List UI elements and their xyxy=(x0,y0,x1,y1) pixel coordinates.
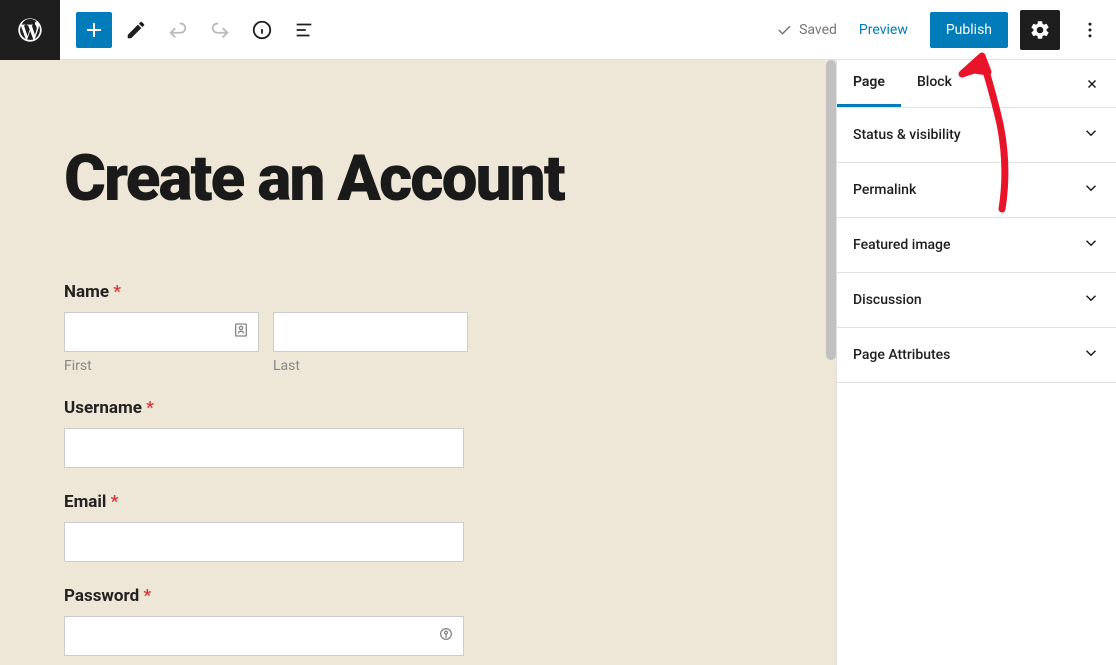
contact-card-icon xyxy=(233,322,249,342)
main-area: Create an Account Name * First xyxy=(0,60,1116,665)
toolbar-left xyxy=(60,12,322,48)
field-username: Username * xyxy=(64,398,772,468)
publish-button[interactable]: Publish xyxy=(930,12,1008,48)
chevron-down-icon xyxy=(1082,234,1100,256)
scrollbar[interactable] xyxy=(826,60,836,360)
add-block-button[interactable] xyxy=(76,12,112,48)
panel-label: Featured image xyxy=(853,237,951,253)
required-marker: * xyxy=(111,492,119,512)
location-pin-icon xyxy=(438,626,454,646)
tab-page[interactable]: Page xyxy=(837,60,901,107)
chevron-down-icon xyxy=(1082,344,1100,366)
info-icon xyxy=(251,19,273,41)
required-marker: * xyxy=(113,282,121,302)
toolbar-right: Saved Preview Publish xyxy=(775,10,1108,50)
required-marker: * xyxy=(146,398,154,418)
field-email: Email * xyxy=(64,492,772,562)
settings-sidebar: Page Block Status & visibility Permalink… xyxy=(836,60,1116,665)
first-name-input[interactable] xyxy=(64,312,259,352)
close-sidebar-button[interactable] xyxy=(1074,66,1110,102)
chevron-down-icon xyxy=(1082,179,1100,201)
saved-label: Saved xyxy=(799,22,837,38)
password-input[interactable] xyxy=(64,616,464,656)
email-label: Email * xyxy=(64,492,772,512)
outline-icon xyxy=(293,19,315,41)
outline-button[interactable] xyxy=(286,12,322,48)
required-marker: * xyxy=(143,586,151,606)
field-password: Password * xyxy=(64,586,772,656)
panel-discussion[interactable]: Discussion xyxy=(837,273,1116,328)
tab-block[interactable]: Block xyxy=(901,60,968,107)
close-icon xyxy=(1085,77,1099,91)
more-options-button[interactable] xyxy=(1072,12,1108,48)
topbar: Saved Preview Publish xyxy=(0,0,1116,60)
gear-icon xyxy=(1029,19,1051,41)
preview-button[interactable]: Preview xyxy=(849,16,918,44)
first-name-col: First xyxy=(64,312,259,374)
redo-button[interactable] xyxy=(202,12,238,48)
first-sublabel: First xyxy=(64,358,259,374)
wordpress-icon xyxy=(16,16,44,44)
chevron-down-icon xyxy=(1082,289,1100,311)
name-label: Name * xyxy=(64,282,772,302)
last-name-input[interactable] xyxy=(273,312,468,352)
panel-status-visibility[interactable]: Status & visibility xyxy=(837,108,1116,163)
canvas-wrap: Create an Account Name * First xyxy=(0,60,836,665)
edit-tool-button[interactable] xyxy=(118,12,154,48)
settings-button[interactable] xyxy=(1020,10,1060,50)
pencil-icon xyxy=(125,19,147,41)
panel-featured-image[interactable]: Featured image xyxy=(837,218,1116,273)
wordpress-logo[interactable] xyxy=(0,0,60,60)
plus-icon xyxy=(82,18,106,42)
page-title[interactable]: Create an Account xyxy=(64,145,772,212)
editor-canvas[interactable]: Create an Account Name * First xyxy=(0,60,836,665)
saved-status: Saved xyxy=(775,21,837,39)
undo-icon xyxy=(167,19,189,41)
chevron-down-icon xyxy=(1082,124,1100,146)
panel-label: Status & visibility xyxy=(853,127,961,143)
panel-label: Page Attributes xyxy=(853,347,950,363)
last-name-col: Last xyxy=(273,312,468,374)
password-label: Password * xyxy=(64,586,772,606)
name-row: First Last xyxy=(64,312,772,374)
panel-page-attributes[interactable]: Page Attributes xyxy=(837,328,1116,383)
last-sublabel: Last xyxy=(273,358,468,374)
panel-label: Discussion xyxy=(853,292,922,308)
undo-button[interactable] xyxy=(160,12,196,48)
dots-vertical-icon xyxy=(1080,20,1100,40)
check-icon xyxy=(775,21,793,39)
email-input[interactable] xyxy=(64,522,464,562)
field-name: Name * First L xyxy=(64,282,772,374)
panel-permalink[interactable]: Permalink xyxy=(837,163,1116,218)
redo-icon xyxy=(209,19,231,41)
info-button[interactable] xyxy=(244,12,280,48)
sidebar-tabs: Page Block xyxy=(837,60,1116,108)
panel-label: Permalink xyxy=(853,182,916,198)
username-input[interactable] xyxy=(64,428,464,468)
username-label: Username * xyxy=(64,398,772,418)
